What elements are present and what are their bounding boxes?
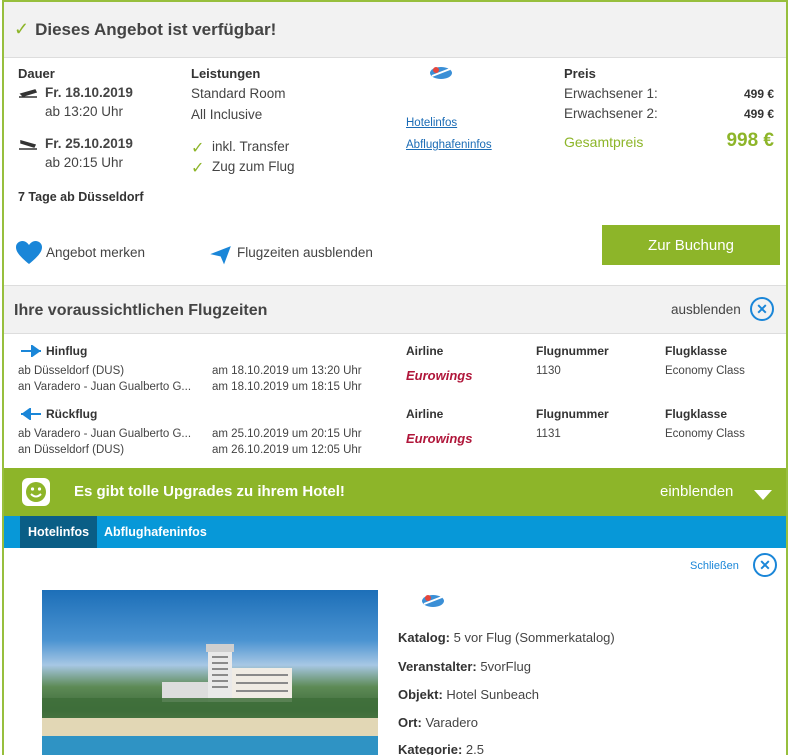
adult1-label: Erwachsener 1: <box>564 86 658 101</box>
return-date: Fr. 25.10.2019 <box>45 136 133 151</box>
availability-header: ✓ Dieses Angebot ist verfügbar! <box>4 2 786 58</box>
detail-key: Katalog: <box>398 630 450 645</box>
outbound-from: ab Düsseldorf (DUS) <box>18 365 125 377</box>
airline-logo: Eurowings <box>406 431 473 446</box>
book-button[interactable]: Zur Buchung <box>602 225 780 265</box>
total-price: 998 € <box>726 130 774 151</box>
detail-object: Objekt: Hotel Sunbeach <box>398 687 539 702</box>
detail-value: 2.5 <box>465 742 484 755</box>
extra-transfer: inkl. Transfer <box>212 139 290 154</box>
detail-key: Ort: <box>398 715 422 730</box>
check-icon: ✓ <box>191 160 205 177</box>
flightno-label: Flugnummer <box>536 407 609 421</box>
check-icon: ✓ <box>14 19 30 39</box>
duration-label: Dauer <box>18 66 55 81</box>
detail-value: 5vorFlug <box>480 659 531 674</box>
flightno-label: Flugnummer <box>536 344 609 358</box>
outbound-class: Economy Class <box>665 365 745 377</box>
outbound-time: ab 13:20 Uhr <box>45 104 124 119</box>
close-icon[interactable]: ✕ <box>750 297 774 321</box>
outbound-to: an Varadero - Juan Gualberto G... <box>18 381 192 393</box>
outbound-leg-label: Hinflug <box>46 344 88 358</box>
airportinfo-link[interactable]: Abflughafeninfos <box>406 139 492 151</box>
detail-location: Ort: Varadero <box>398 715 478 730</box>
info-tabs: Hotelinfos Abflughafeninfos <box>4 516 786 548</box>
outbound-departure: am 18.10.2019 um 13:20 Uhr <box>212 365 362 377</box>
return-class: Economy Class <box>665 428 745 440</box>
close-icon[interactable]: ✕ <box>753 553 777 577</box>
detail-category: Kategorie: 2.5 <box>398 742 484 755</box>
airline-logo: Eurowings <box>406 368 473 383</box>
flighttimes-title: Ihre voraussichtlichen Flugzeiten <box>14 302 268 319</box>
plane-departure-icon <box>18 86 38 103</box>
return-departure: am 25.10.2019 um 20:15 Uhr <box>212 428 362 440</box>
tab-hotelinfos[interactable]: Hotelinfos <box>20 516 98 548</box>
check-icon: ✓ <box>191 140 205 157</box>
operator-logo-icon <box>420 592 446 613</box>
upgrade-banner[interactable]: Es gibt tolle Upgrades zu ihrem Hotel! e… <box>4 468 786 516</box>
price-label: Preis <box>564 66 596 81</box>
hotelinfo-link[interactable]: Hotelinfos <box>406 117 457 129</box>
return-flightno: 1131 <box>536 428 561 440</box>
operator-logo-icon <box>428 64 454 85</box>
outbound-date: Fr. 18.10.2019 <box>45 85 133 100</box>
detail-key: Kategorie: <box>398 742 463 755</box>
total-label: Gesamtpreis <box>564 134 644 150</box>
plane-arrival-icon <box>18 137 38 154</box>
adult2-label: Erwachsener 2: <box>564 106 658 121</box>
return-from: ab Varadero - Juan Gualberto G... <box>18 428 192 440</box>
upgrade-text: Es gibt tolle Upgrades zu ihrem Hotel! <box>74 483 345 500</box>
offer-panel: ✓ Dieses Angebot ist verfügbar! Dauer Fr… <box>2 0 788 755</box>
chevron-down-icon[interactable] <box>754 488 772 503</box>
availability-title: Dieses Angebot ist verfügbar! <box>35 19 277 39</box>
board-type: All Inclusive <box>191 107 263 122</box>
hotel-photo <box>42 590 378 755</box>
extra-train: Zug zum Flug <box>212 159 295 174</box>
remember-offer-button[interactable]: Angebot merken <box>46 245 145 260</box>
return-time: ab 20:15 Uhr <box>45 155 124 170</box>
class-label: Flugklasse <box>665 407 728 421</box>
trip-summary: 7 Tage ab Düsseldorf <box>18 190 144 204</box>
plane-right-icon <box>20 344 42 360</box>
plane-left-icon <box>20 407 42 423</box>
adult1-price: 499 € <box>743 87 774 101</box>
return-leg-label: Rückflug <box>46 407 98 421</box>
room-type: Standard Room <box>191 86 286 101</box>
adult2-price: 499 € <box>743 107 774 121</box>
class-label: Flugklasse <box>665 344 728 358</box>
outbound-arrival: am 18.10.2019 um 18:15 Uhr <box>212 381 362 393</box>
upgrade-show-link[interactable]: einblenden <box>660 483 733 500</box>
services-label: Leistungen <box>191 66 261 81</box>
outbound-flightno: 1130 <box>536 365 561 377</box>
detail-value: Varadero <box>425 715 478 730</box>
detail-value: 5 vor Flug (Sommerkatalog) <box>453 630 615 645</box>
airline-label: Airline <box>406 407 444 421</box>
detail-value: Hotel Sunbeach <box>446 687 539 702</box>
detail-catalog: Katalog: 5 vor Flug (Sommerkatalog) <box>398 630 615 645</box>
flighttimes-header: Ihre voraussichtlichen Flugzeiten ausble… <box>4 285 786 334</box>
return-to: an Düsseldorf (DUS) <box>18 444 125 456</box>
return-arrival: am 26.10.2019 um 12:05 Uhr <box>212 444 362 456</box>
detail-operator: Veranstalter: 5vorFlug <box>398 659 531 674</box>
airline-label: Airline <box>406 344 444 358</box>
detail-key: Veranstalter: <box>398 659 477 674</box>
close-link[interactable]: Schließen <box>690 560 739 572</box>
tab-abflughafeninfos[interactable]: Abflughafeninfos <box>96 516 215 548</box>
smiley-icon <box>22 478 50 506</box>
hide-flighttimes-button[interactable]: Flugzeiten ausblenden <box>237 245 373 260</box>
flighttimes-hide-link[interactable]: ausblenden <box>671 302 741 317</box>
detail-key: Objekt: <box>398 687 443 702</box>
airplane-icon[interactable] <box>210 243 232 268</box>
heart-icon[interactable] <box>16 241 42 268</box>
